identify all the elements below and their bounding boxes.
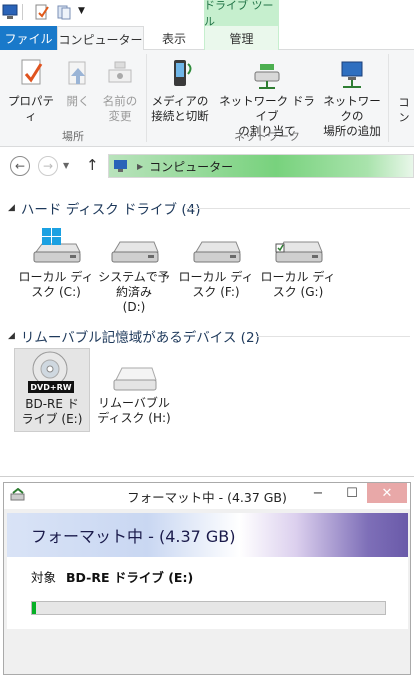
breadcrumb-chevron-icon: ▶ [137,161,144,171]
dvd-drive-icon: DVD+RW [28,351,74,393]
close-button[interactable]: ✕ [367,483,407,503]
drive-e-label-1: BD-RE ド [25,397,79,411]
forward-button[interactable]: → [38,156,58,176]
windows-drive-icon [33,228,81,263]
format-target-name: BD-RE ドライブ (E:) [66,570,194,585]
section-hard-disks[interactable]: ◢ ハード ディスク ドライブ (4) [8,198,200,218]
ribbon: プロパティ 開く 名前の 変更 場所 メディアの 接続と切断 ネットワーク ドラ… [0,50,414,147]
network-location-icon [341,61,363,88]
media-device-icon [174,60,192,86]
format-dialog: フォーマット中 - (4.37 GB) − ☐ ✕ フォーマット中 - (4.3… [3,482,411,675]
ribbon-overflow-label[interactable]: コン [394,95,414,125]
tab-file[interactable]: ファイル [0,26,57,50]
forward-arrow-icon: → [42,159,54,173]
dialog-banner-text: フォーマット中 - (4.37 GB) [31,527,236,546]
open-icon [68,61,86,85]
removable-disk-icon [113,367,157,391]
computer-icon [2,4,18,19]
drive-d-label-2: 約済み [115,285,152,299]
dvd-badge-text: DVD+RW [30,383,71,392]
drive-c-label-2: スク (C:) [31,285,81,299]
breadcrumb-computer[interactable]: コンピューター [149,158,233,175]
rename-label-2: 変更 [108,109,132,123]
section-divider [186,208,410,209]
open-label: 開く [66,94,90,108]
dialog-body: 対象 BD-RE ドライブ (E:) [7,557,408,629]
up-arrow-icon[interactable]: ↑ [86,156,99,174]
rename-button[interactable]: 名前の 変更 [98,56,142,124]
drive-e[interactable]: DVD+RW BD-RE ド ライブ (E:) [14,348,90,432]
tab-computer[interactable]: コンピューター [57,26,144,51]
section-removable-title: リムーバブル記憶域があるデバイス (2) [20,330,260,346]
recent-dropdown-icon[interactable]: ▼ [63,161,69,170]
drive-d-label-1: システムで予 [98,270,170,284]
network-group-label: ネットワーク [234,130,300,143]
navigation-bar: ← → ▼ ↑ ▶ コンピューター [0,147,414,185]
section-removable[interactable]: ◢ リムーバブル記憶域があるデバイス (2) [8,326,260,346]
hard-drive-icon [111,241,159,263]
hard-drive-icon [275,241,323,263]
section-hard-disks-title: ハード ディスク ドライブ (4) [20,202,201,218]
format-progress-bar [31,601,386,615]
drive-g-label-1: ローカル ディ [260,270,336,284]
drive-e-label-2: ライブ (E:) [21,412,83,426]
back-button[interactable]: ← [10,156,30,176]
map-drive-label-1: ネットワーク ドライブ [219,94,315,123]
back-arrow-icon: ← [14,159,26,173]
media-label-2: 接続と切断 [151,109,209,123]
address-bar[interactable]: ▶ コンピューター [108,154,414,178]
collapse-triangle-icon: ◢ [8,331,15,341]
media-label-1: メディアの [151,94,209,108]
group-separator [388,54,389,142]
properties-icon [21,59,43,85]
drive-d[interactable]: システムで予 約済み (D:) [96,228,172,315]
progress-fill [32,602,36,614]
drive-g-label-2: スク (G:) [272,285,324,299]
minimize-button[interactable]: − [304,483,332,503]
minimize-icon: − [312,485,324,501]
format-target: 対象 BD-RE ドライブ (E:) [31,567,193,586]
format-target-prefix: 対象 [31,570,57,585]
tab-manage[interactable]: 管理 [204,26,279,50]
properties-label: プロパティ [8,94,54,123]
location-group-label: 場所 [62,130,84,143]
dialog-banner: フォーマット中 - (4.37 GB) [7,513,408,557]
tab-view[interactable]: 表示 [144,26,204,50]
close-icon: ✕ [381,485,393,501]
title-bar: ▼ ドライブ ツール [0,0,414,28]
network-drive-icon [254,64,280,89]
drive-d-label-3: (D:) [122,300,146,314]
open-button[interactable]: 開く [60,56,96,109]
properties-qa-icon[interactable] [34,4,50,20]
group-separator [146,54,147,142]
context-tab-title: ドライブ ツール [204,0,279,28]
ribbon-tabs: ファイル コンピューター 表示 管理 [0,26,414,51]
collapse-triangle-icon: ◢ [8,203,15,213]
hard-drive-icon [193,241,241,263]
add-network-location-button[interactable]: ネットワークの 場所の追加 [318,56,386,139]
rename-label-1: 名前の [102,94,138,108]
drive-f-label-2: スク (F:) [192,285,240,299]
add-location-label-1: ネットワークの [323,94,381,123]
maximize-icon: ☐ [346,485,358,501]
drive-f[interactable]: ローカル ディ スク (F:) [178,228,254,300]
dialog-title-bar: フォーマット中 - (4.37 GB) − ☐ ✕ [4,483,410,509]
section-divider [256,336,410,337]
rename-icon [108,61,132,83]
drive-g[interactable]: ローカル ディ スク (G:) [260,228,336,300]
drive-f-label-1: ローカル ディ [178,270,254,284]
qa-dropdown-icon[interactable]: ▼ [78,6,85,22]
map-network-drive-button[interactable]: ネットワーク ドライブ の割り当て [218,56,316,139]
drive-h-label-2: ディスク (H:) [97,411,171,425]
maximize-button[interactable]: ☐ [338,483,366,503]
media-connect-button[interactable]: メディアの 接続と切断 [148,56,212,124]
window-bottom-border [0,476,414,477]
properties-button[interactable]: プロパティ [4,56,58,124]
drive-h[interactable]: リムーバブル ディスク (H:) [96,360,172,426]
drive-c-label-1: ローカル ディ [18,270,94,284]
new-folder-qa-icon[interactable] [56,4,72,20]
drive-h-label-1: リムーバブル [98,396,170,410]
drive-c[interactable]: ローカル ディ スク (C:) [18,228,94,300]
computer-icon [114,160,127,172]
